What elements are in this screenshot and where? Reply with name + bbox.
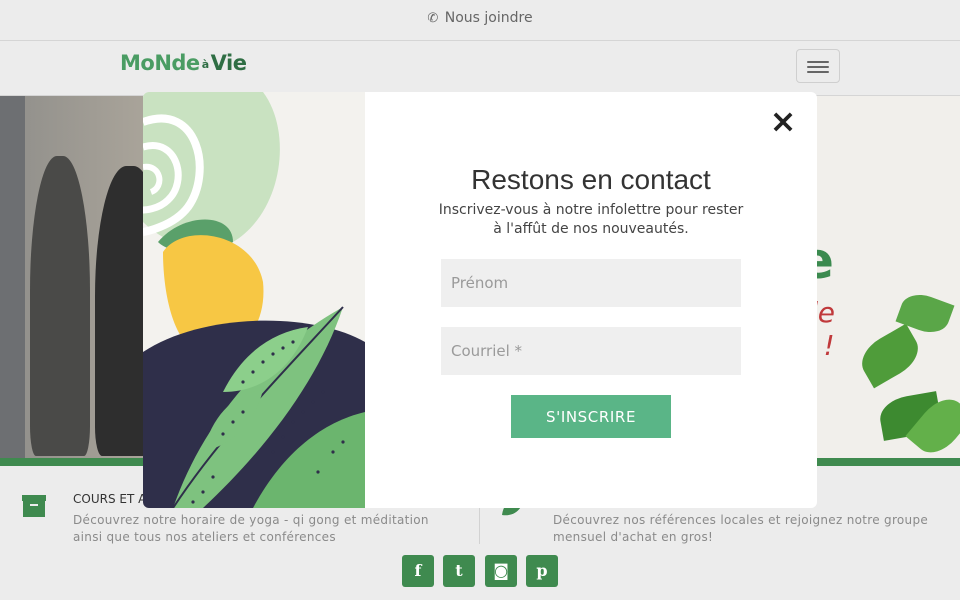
newsletter-modal: × Restons en contact Inscrivez-vous à no… [143, 92, 817, 508]
close-icon[interactable]: × [768, 105, 798, 137]
modal-overlay: × Restons en contact Inscrivez-vous à no… [0, 0, 960, 600]
modal-subtitle: Inscrivez-vous à notre infolettre pour r… [438, 202, 744, 237]
modal-title: Restons en contact [471, 164, 711, 195]
modal-illustration [143, 92, 365, 508]
email-field[interactable] [441, 327, 741, 375]
subscribe-button[interactable]: S'INSCRIRE [511, 395, 671, 438]
first-name-field[interactable] [441, 259, 741, 307]
